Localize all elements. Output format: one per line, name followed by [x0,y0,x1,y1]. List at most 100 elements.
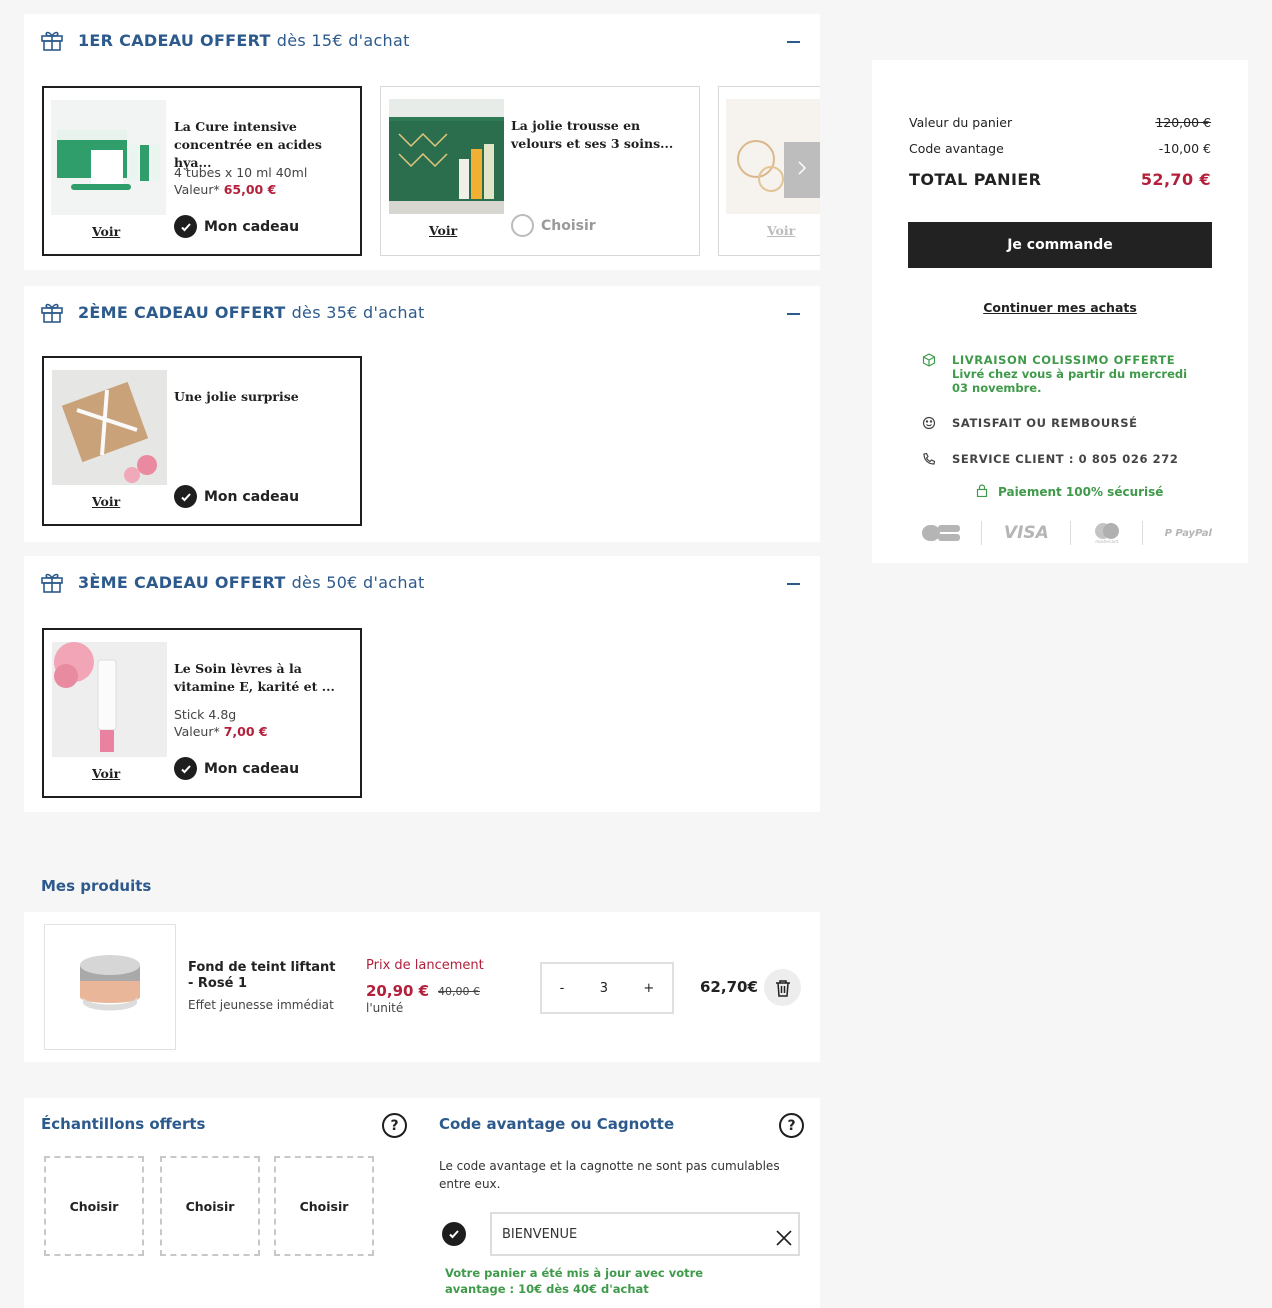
discount-label: Code avantage [909,141,1004,156]
box-icon [922,353,952,395]
paypal-icon: P PayPal [1164,527,1212,539]
increase-button[interactable]: + [643,981,654,996]
cart-value-label: Valeur du panier [909,115,1013,130]
total-value: 52,70 € [1140,170,1211,189]
clear-code-icon[interactable] [776,1230,792,1250]
gift-section-header: 2ÈME CADEAU OFFERT dès 35€ d'achat [40,300,425,324]
samples-heading: Échantillons offerts [41,1115,206,1133]
product-price: 20,90 € [366,982,430,1000]
voir-link[interactable]: Voir [92,494,120,509]
lock-icon [976,484,988,500]
check-icon [442,1222,466,1246]
payment-methods: VISA mastercard P PayPal [922,518,1212,548]
product-image [52,370,167,485]
service-text: SERVICE CLIENT : 0 805 026 272 [952,452,1179,466]
promo-label: Prix de lancement [366,958,484,973]
service-info: SERVICE CLIENT : 0 805 026 272 [922,452,1178,469]
secure-text: Paiement 100% sécurisé [998,485,1164,499]
gift-description: 4 tubes x 10 ml 40ml [174,165,308,180]
gift-threshold: dès 50€ d'achat [291,572,425,592]
sample-slot[interactable]: Choisir [44,1156,144,1256]
phone-icon [922,452,952,469]
gift-card[interactable]: La Cure intensive concentrée en acides h… [42,86,362,256]
cart-value-row: Valeur du panier 120,00 € [909,115,1211,130]
product-image [51,100,166,215]
promo-note: Le code avantage et la cagnotte ne sont … [439,1159,780,1191]
product-subtitle: Effet jeunesse immédiat [188,998,334,1012]
gift-selected[interactable]: Mon cadeau [174,485,299,508]
chevron-right-icon [797,160,807,180]
gift-number-label: 1ER CADEAU OFFERT [78,30,271,50]
gift-action-label: Mon cadeau [204,760,300,777]
gift-action-label: Mon cadeau [204,218,300,235]
line-total: 62,70€ [700,978,758,996]
product-image [389,99,504,214]
gift-number-label: 3ÈME CADEAU OFFERT [78,572,286,592]
continue-shopping-link[interactable]: Continuer mes achats [872,300,1248,315]
visa-icon: VISA [1003,523,1049,543]
voir-link[interactable]: Voir [767,223,795,238]
gift-card[interactable]: Une jolie surprise Voir Mon cadeau [42,356,362,526]
product-name: Fond de teint liftant - Rosé 1 [188,960,336,991]
gift-card[interactable]: La jolie trousse en velours et ses 3 soi… [380,86,700,256]
trash-icon [775,979,790,997]
gift-section-header: 1ER CADEAU OFFERT dès 15€ d'achat [40,28,410,52]
check-icon [174,757,197,780]
secure-payment: Paiement 100% sécurisé [976,484,1163,500]
unit-label: l'unité [366,1001,404,1015]
delete-button[interactable] [764,969,801,1006]
delivery-title: LIVRAISON COLISSIMO OFFERTE [952,353,1176,367]
cart-value: 120,00 € [1155,115,1211,130]
voir-link[interactable]: Voir [92,766,120,781]
mastercard-label: mastercard [1095,539,1119,544]
gift-icon [41,573,63,593]
gift-title: Le Soin lèvres à la vitamine E, karité e… [174,661,335,694]
gift-section-header: 3ÈME CADEAU OFFERT dès 50€ d'achat [40,570,425,594]
collapse-icon[interactable] [787,41,800,43]
checkout-button[interactable]: Je commande [908,222,1212,268]
choose-gift-option[interactable]: Choisir [511,214,596,237]
gift-card[interactable]: Le Soin lèvres à la vitamine E, karité e… [42,628,362,798]
decrease-button[interactable]: - [560,981,565,996]
discount-value: -10,00 € [1158,141,1211,156]
gift-selected[interactable]: Mon cadeau [174,757,299,780]
gift-value: Valeur* 7,00 € [174,724,268,739]
gift-action-label: Mon cadeau [204,488,300,505]
voir-link[interactable]: Voir [92,224,120,239]
help-icon[interactable]: ? [779,1113,804,1138]
sample-slot[interactable]: Choisir [274,1156,374,1256]
check-icon [174,215,197,238]
delivery-note: Livré chez vous à partir du mercredi 03 … [952,367,1188,395]
value-amount: 65,00 € [223,182,277,197]
help-icon[interactable]: ? [382,1113,407,1138]
promo-success-message: Votre panier a été mis à jour avec votre… [445,1266,704,1296]
promo-heading: Code avantage ou Cagnotte [439,1115,675,1133]
gift-threshold: dès 15€ d'achat [276,30,410,50]
carousel-next-button[interactable] [784,142,820,198]
product-image [52,642,167,757]
paypal-label: PayPal [1175,527,1212,539]
value-amount: 7,00 € [223,724,268,739]
gift-action-label: Choisir [541,217,596,234]
smiley-icon [922,416,952,433]
total-row: TOTAL PANIER 52,70 € [909,170,1211,189]
gift-section-3: 3ÈME CADEAU OFFERT dès 50€ d'achat Le So… [24,556,820,812]
gift-description: Stick 4.8g [174,707,237,722]
order-summary: Valeur du panier 120,00 € Code avantage … [872,60,1248,563]
gift-value: Valeur* 65,00 € [174,182,276,197]
product-row: Fond de teint liftant - Rosé 1 Effet jeu… [24,912,820,1062]
gift-selected[interactable]: Mon cadeau [174,215,299,238]
total-label: TOTAL PANIER [909,170,1042,189]
voir-link[interactable]: Voir [429,223,457,238]
gift-icon [41,31,63,51]
quantity-stepper[interactable]: - 3 + [540,962,674,1014]
quantity-value[interactable]: 3 [600,981,608,996]
sample-slot[interactable]: Choisir [160,1156,260,1256]
collapse-icon[interactable] [787,313,800,315]
guarantee-info: SATISFAIT OU REMBOURSÉ [922,416,1138,433]
gift-title: Une jolie surprise [174,389,299,404]
collapse-icon[interactable] [787,583,800,585]
guarantee-text: SATISFAIT OU REMBOURSÉ [952,416,1138,430]
promo-code-input[interactable]: BIENVENUE [490,1212,800,1256]
product-image[interactable] [44,924,176,1050]
